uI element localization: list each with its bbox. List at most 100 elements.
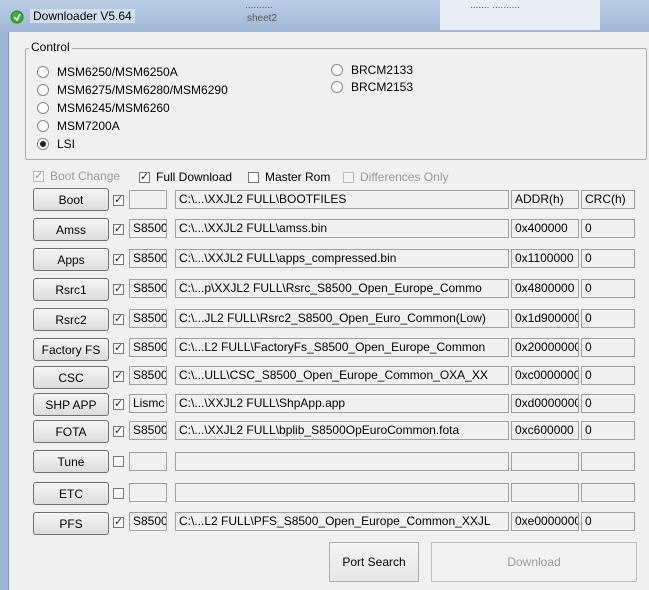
factory-fs-path-field[interactable]: C:\...L2 FULL\FactoryFs_S8500_Open_Europ… xyxy=(175,338,509,357)
csc-button[interactable]: CSC xyxy=(33,366,109,389)
rsrc2-addr-field[interactable]: 0x1d900000 xyxy=(511,309,579,328)
factory-fs-crc-field[interactable]: 0 xyxy=(581,338,635,357)
radio-brcm2153[interactable]: BRCM2153 xyxy=(331,79,413,95)
master-rom-option[interactable]: Master Rom xyxy=(248,169,330,185)
pfs-checkbox[interactable] xyxy=(113,515,124,528)
pfs-crc-field[interactable]: 0 xyxy=(581,512,635,531)
radio-label: MSM7200A xyxy=(57,119,120,133)
apps-path-field[interactable]: C:\...\XXJL2 FULL\apps_compressed.bin xyxy=(175,249,509,268)
shp-app-checkbox[interactable] xyxy=(113,397,124,410)
rsrc2-path-field[interactable]: C:\...JL2 FULL\Rsrc2_S8500_Open_Euro_Com… xyxy=(175,309,509,328)
radio-label: MSM6245/MSM6260 xyxy=(57,101,170,115)
csc-checkbox[interactable] xyxy=(113,369,124,382)
rsrc2-button[interactable]: Rsrc2 xyxy=(33,308,109,331)
shp-app-model-field[interactable]: Lismc xyxy=(129,394,167,413)
factory-fs-button[interactable]: Factory FS xyxy=(33,338,109,361)
fota-path-field[interactable]: C:\...\XXJL2 FULL\bplib_S8500OpEuroCommo… xyxy=(175,421,509,440)
title-bar[interactable]: .......... sheet2 ....... .......... Dow… xyxy=(0,0,649,32)
csc-crc-field[interactable]: 0 xyxy=(581,366,635,385)
radio-label: LSI xyxy=(57,137,76,151)
rsrc1-addr-field[interactable]: 0x4800000 xyxy=(511,279,579,298)
shp-app-addr-field[interactable]: 0xd0000000 xyxy=(511,394,579,413)
etc-crc-field[interactable] xyxy=(581,483,635,502)
apps-model-field[interactable]: S8500 xyxy=(129,249,167,268)
crc-header: CRC(h) xyxy=(581,190,635,209)
radio-button[interactable] xyxy=(37,120,49,132)
apps-checkbox[interactable] xyxy=(113,252,124,265)
amss-button[interactable]: Amss xyxy=(33,218,109,241)
fota-crc-field[interactable]: 0 xyxy=(581,421,635,440)
etc-addr-field[interactable] xyxy=(511,483,579,502)
tune-path-field[interactable] xyxy=(175,452,509,471)
fota-model-field[interactable]: S8500 xyxy=(129,421,167,440)
boot-button[interactable]: Boot xyxy=(33,188,109,211)
radio-button[interactable] xyxy=(37,102,49,114)
radio-button[interactable] xyxy=(331,81,343,93)
radio-button[interactable] xyxy=(37,66,49,78)
amss-crc-field[interactable]: 0 xyxy=(581,219,635,238)
amss-path-field[interactable]: C:\...\XXJL2 FULL\amss.bin xyxy=(175,219,509,238)
amss-model-field[interactable]: S8500 xyxy=(129,219,167,238)
tune-model-field[interactable] xyxy=(129,452,167,471)
tune-addr-field[interactable] xyxy=(511,452,579,471)
radio-button-checked[interactable] xyxy=(37,138,49,150)
apps-button[interactable]: Apps xyxy=(33,248,109,271)
apps-addr-field[interactable]: 0x1100000 xyxy=(511,249,579,268)
shp-app-crc-field[interactable]: 0 xyxy=(581,394,635,413)
window-title: Downloader V5.64 xyxy=(30,9,135,23)
boot-model-field[interactable] xyxy=(129,190,167,209)
boot-checkbox[interactable] xyxy=(113,193,124,206)
background-text: ....... .......... xyxy=(470,0,521,11)
csc-addr-field[interactable]: 0xc0000000 xyxy=(511,366,579,385)
boot-path-field[interactable]: C:\...\XXJL2 FULL\BOOTFILES xyxy=(175,190,509,209)
rsrc1-button[interactable]: Rsrc1 xyxy=(33,278,109,301)
factory-fs-checkbox[interactable] xyxy=(113,341,124,354)
rsrc1-checkbox[interactable] xyxy=(113,282,124,295)
radio-label: MSM6250/MSM6250A xyxy=(57,65,178,79)
full-download-option[interactable]: Full Download xyxy=(139,169,232,185)
etc-model-field[interactable] xyxy=(129,483,167,502)
rsrc2-checkbox[interactable] xyxy=(113,312,124,325)
tune-button[interactable]: Tune xyxy=(33,450,109,473)
radio-msm7200a[interactable]: MSM7200A xyxy=(37,118,120,134)
radio-brcm2133[interactable]: BRCM2133 xyxy=(331,62,413,78)
pfs-path-field[interactable]: C:\...L2 FULL\PFS_S8500_Open_Europe_Comm… xyxy=(175,512,509,531)
port-search-button[interactable]: Port Search xyxy=(329,542,419,582)
tune-crc-field[interactable] xyxy=(581,452,635,471)
master-rom-checkbox[interactable] xyxy=(248,171,259,183)
pfs-addr-field[interactable]: 0xe0000000 xyxy=(511,512,579,531)
rsrc1-path-field[interactable]: C:\...p\XXJL2 FULL\Rsrc_S8500_Open_Europ… xyxy=(175,279,509,298)
etc-button[interactable]: ETC xyxy=(33,482,109,505)
shp-app-button[interactable]: SHP APP xyxy=(33,393,109,416)
tune-checkbox[interactable] xyxy=(113,456,124,467)
factory-fs-addr-field[interactable]: 0x20000000 xyxy=(511,338,579,357)
csc-path-field[interactable]: C:\...ULL\CSC_S8500_Open_Europe_Common_O… xyxy=(175,366,509,385)
etc-checkbox[interactable] xyxy=(113,488,124,499)
downloader-window: .......... sheet2 ....... .......... Dow… xyxy=(0,0,649,590)
radio-button[interactable] xyxy=(37,84,49,96)
full-download-checkbox[interactable] xyxy=(139,170,150,183)
fota-checkbox[interactable] xyxy=(113,424,124,437)
etc-path-field[interactable] xyxy=(175,483,509,502)
radio-lsi[interactable]: LSI xyxy=(37,136,75,152)
shp-app-path-field[interactable]: C:\...\XXJL2 FULL\ShpApp.app xyxy=(175,394,509,413)
rsrc2-crc-field[interactable]: 0 xyxy=(581,309,635,328)
radio-msm6245[interactable]: MSM6245/MSM6260 xyxy=(37,100,170,116)
amss-addr-field[interactable]: 0x400000 xyxy=(511,219,579,238)
csc-model-field[interactable]: S8500 xyxy=(129,366,167,385)
radio-msm6275[interactable]: MSM6275/MSM6280/MSM6290 xyxy=(37,82,228,98)
rsrc2-model-field[interactable]: S8500 xyxy=(129,309,167,328)
apps-crc-field[interactable]: 0 xyxy=(581,249,635,268)
radio-msm6250[interactable]: MSM6250/MSM6250A xyxy=(37,64,178,80)
pfs-button[interactable]: PFS xyxy=(33,512,109,535)
download-button[interactable]: Download xyxy=(431,542,637,582)
radio-button[interactable] xyxy=(331,64,343,76)
factory-fs-model-field[interactable]: S8500 xyxy=(129,338,167,357)
amss-checkbox[interactable] xyxy=(113,222,124,235)
differences-only-label: Differences Only xyxy=(360,170,449,184)
fota-addr-field[interactable]: 0xc600000 xyxy=(511,421,579,440)
fota-button[interactable]: FOTA xyxy=(33,420,109,443)
rsrc1-crc-field[interactable]: 0 xyxy=(581,279,635,298)
rsrc1-model-field[interactable]: S8500 xyxy=(129,279,167,298)
pfs-model-field[interactable]: S8500 xyxy=(129,512,167,531)
